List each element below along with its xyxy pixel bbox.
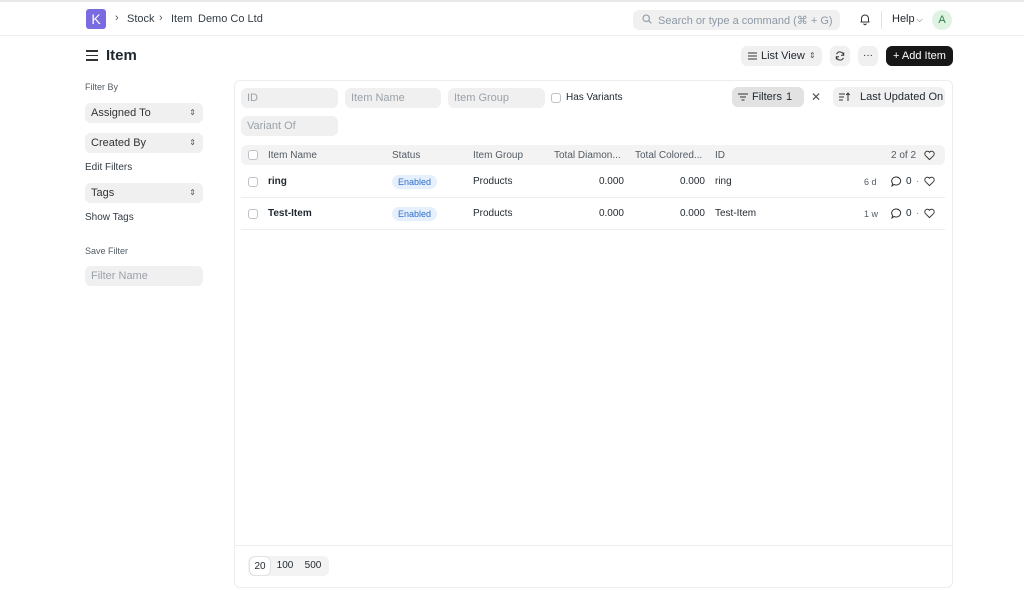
filter-icon bbox=[738, 93, 748, 101]
page-size-100[interactable]: 100 bbox=[273, 556, 297, 576]
row-checkbox[interactable] bbox=[248, 209, 258, 219]
breadcrumb-company[interactable]: Demo Co Ltd bbox=[198, 13, 263, 25]
search-input[interactable]: Search or type a command (⌘ + G) bbox=[633, 10, 840, 30]
column-header-total-diamond[interactable]: Total Diamon... bbox=[554, 150, 621, 161]
page-title: Item bbox=[106, 47, 137, 64]
id-cell: Test-Item bbox=[715, 208, 757, 219]
comment-icon[interactable] bbox=[891, 208, 902, 219]
add-item-button[interactable]: + Add Item bbox=[886, 46, 953, 66]
more-actions-button[interactable]: ··· bbox=[858, 46, 878, 66]
divider bbox=[881, 11, 882, 29]
sort-label: Last Updated On bbox=[860, 91, 944, 103]
up-down-icon: ⇕ bbox=[189, 138, 196, 147]
filters-count: 1 bbox=[786, 91, 793, 103]
refresh-icon bbox=[835, 51, 845, 61]
comment-count: 0 bbox=[906, 208, 912, 219]
page-size-500[interactable]: 500 bbox=[300, 556, 326, 576]
item-group-cell: Products bbox=[473, 208, 513, 219]
help-label: Help bbox=[892, 13, 915, 25]
filter-by-label: Filter By bbox=[85, 82, 119, 92]
list-view-button[interactable]: List View ⇕ bbox=[741, 46, 822, 66]
tags-select[interactable]: Tags ⇕ bbox=[85, 183, 203, 203]
sort-icon bbox=[839, 92, 850, 101]
id-cell: ring bbox=[715, 176, 732, 187]
filter-name-input[interactable]: Filter Name bbox=[85, 266, 203, 286]
clear-filters-icon[interactable]: ✕ bbox=[808, 88, 824, 106]
item-group-filter-input[interactable]: Item Group bbox=[448, 88, 545, 108]
comment-icon[interactable] bbox=[891, 176, 902, 187]
has-variants-label: Has Variants bbox=[566, 92, 623, 103]
heart-icon[interactable] bbox=[924, 208, 935, 219]
assigned-to-label: Assigned To bbox=[91, 107, 151, 119]
comment-count: 0 bbox=[906, 176, 912, 187]
total-diamond-cell: 0.000 bbox=[598, 176, 624, 187]
result-count: 2 of 2 bbox=[891, 150, 917, 161]
up-down-icon: ⇕ bbox=[189, 188, 196, 197]
show-tags-link[interactable]: Show Tags bbox=[85, 212, 134, 223]
total-diamond-cell: 0.000 bbox=[598, 208, 624, 219]
modified-age: 6 d bbox=[864, 177, 877, 187]
has-variants-checkbox[interactable] bbox=[551, 93, 561, 103]
column-header-item-group[interactable]: Item Group bbox=[473, 150, 523, 161]
total-colored-cell: 0.000 bbox=[679, 208, 705, 219]
column-header-total-colored[interactable]: Total Colored... bbox=[635, 150, 702, 161]
refresh-button[interactable] bbox=[830, 46, 850, 66]
separator-dot: · bbox=[916, 176, 920, 187]
select-all-checkbox[interactable] bbox=[248, 150, 258, 160]
created-by-select[interactable]: Created By ⇕ bbox=[85, 133, 203, 153]
filters-label: Filters bbox=[752, 91, 782, 103]
modified-age: 1 w bbox=[864, 209, 879, 219]
sort-button[interactable]: Last Updated On bbox=[833, 87, 945, 107]
status-badge: Enabled bbox=[392, 207, 438, 221]
assigned-to-select[interactable]: Assigned To ⇕ bbox=[85, 103, 203, 123]
chevron-down-icon: ⌵ bbox=[916, 15, 923, 24]
status-badge: Enabled bbox=[392, 175, 438, 189]
filters-button[interactable]: Filters 1 bbox=[732, 87, 804, 107]
column-header-item-name[interactable]: Item Name bbox=[268, 150, 317, 161]
page-size-20[interactable]: 20 bbox=[249, 556, 271, 576]
column-header-status[interactable]: Status bbox=[392, 150, 420, 161]
item-name-filter-input[interactable]: Item Name bbox=[345, 88, 441, 108]
id-filter-input[interactable]: ID bbox=[241, 88, 338, 108]
up-down-icon: ⇕ bbox=[189, 108, 196, 117]
variant-of-filter-input[interactable]: Variant Of bbox=[241, 116, 338, 136]
search-placeholder: Search or type a command (⌘ + G) bbox=[658, 15, 833, 27]
separator-dot: · bbox=[916, 208, 920, 219]
breadcrumb-stock[interactable]: Stock bbox=[127, 13, 155, 25]
top-navbar: K › Stock › Item Demo Co Ltd Search or t… bbox=[0, 0, 1024, 36]
tags-label: Tags bbox=[91, 187, 115, 199]
breadcrumb-item[interactable]: Item bbox=[171, 13, 192, 25]
item-group-cell: Products bbox=[473, 176, 513, 187]
total-colored-cell: 0.000 bbox=[679, 176, 705, 187]
avatar[interactable]: A bbox=[932, 10, 952, 30]
heart-icon[interactable] bbox=[924, 176, 935, 187]
heart-icon[interactable] bbox=[924, 150, 935, 161]
item-name-link[interactable]: Test-Item bbox=[268, 208, 312, 219]
app-logo[interactable]: K bbox=[86, 9, 106, 29]
created-by-label: Created By bbox=[91, 137, 147, 149]
help-dropdown[interactable]: Help ⌵ bbox=[892, 13, 923, 25]
sidebar-toggle-icon[interactable] bbox=[86, 50, 98, 61]
edit-filters-link[interactable]: Edit Filters bbox=[85, 162, 132, 173]
notification-bell-icon[interactable] bbox=[858, 12, 872, 26]
save-filter-label: Save Filter bbox=[85, 246, 129, 256]
footer-divider bbox=[234, 545, 953, 546]
list-icon bbox=[748, 52, 757, 60]
search-icon bbox=[642, 14, 652, 24]
row-checkbox[interactable] bbox=[248, 177, 258, 187]
chevron-right-icon: › bbox=[159, 12, 163, 24]
item-name-link[interactable]: ring bbox=[268, 176, 287, 187]
column-header-id[interactable]: ID bbox=[715, 150, 725, 161]
chevron-right-icon: › bbox=[115, 12, 119, 24]
up-down-icon: ⇕ bbox=[809, 51, 816, 60]
list-view-label: List View bbox=[761, 50, 805, 62]
